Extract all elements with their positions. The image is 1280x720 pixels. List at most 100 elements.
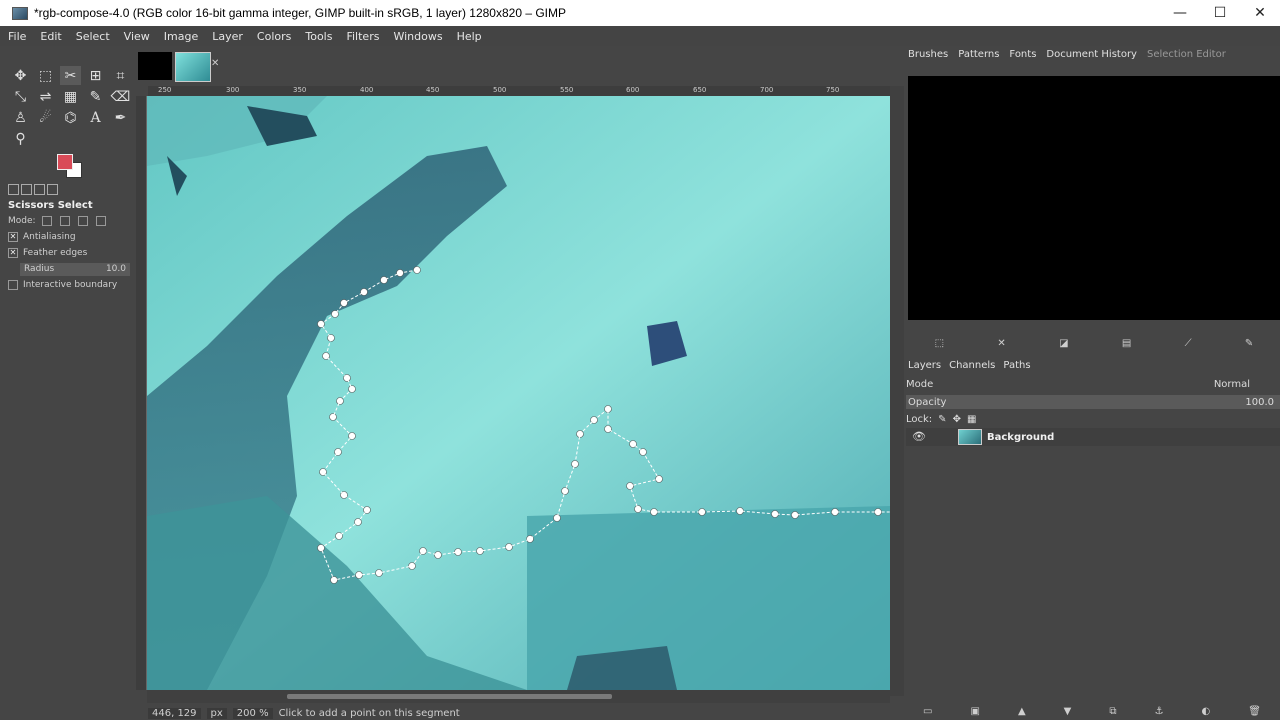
image-canvas[interactable] bbox=[147, 96, 890, 690]
stroke-selection-icon[interactable]: ✎ bbox=[1245, 338, 1253, 352]
unit-select[interactable]: px bbox=[206, 707, 227, 719]
tab-paths[interactable]: Paths bbox=[1003, 360, 1030, 371]
image-tab-thumbnail-black[interactable] bbox=[138, 52, 172, 80]
menu-file[interactable]: File bbox=[2, 30, 32, 43]
zoom-tool-icon[interactable]: ⚲ bbox=[10, 129, 31, 148]
foreground-color-swatch[interactable] bbox=[57, 154, 73, 170]
menu-tools[interactable]: Tools bbox=[299, 30, 338, 43]
invert-selection-icon[interactable]: ◪ bbox=[1059, 338, 1068, 352]
mode-intersect-icon[interactable] bbox=[95, 216, 106, 226]
image-tab-thumbnail-active[interactable] bbox=[175, 52, 211, 82]
interactive-boundary-checkbox[interactable] bbox=[8, 280, 18, 290]
mask-icon[interactable]: ◐ bbox=[1202, 706, 1211, 720]
minimize-button[interactable]: — bbox=[1160, 0, 1200, 26]
menu-layer[interactable]: Layer bbox=[206, 30, 249, 43]
mode-subtract-icon[interactable] bbox=[77, 216, 88, 226]
lock-alpha-icon[interactable]: ▦ bbox=[967, 414, 976, 425]
interactive-boundary-row[interactable]: Interactive boundary bbox=[6, 277, 132, 293]
feather-checkbox[interactable]: ✕ bbox=[8, 248, 18, 258]
tab-document-history[interactable]: Document History bbox=[1046, 49, 1137, 60]
rect-select-tool-icon[interactable]: ⬚ bbox=[35, 66, 56, 85]
select-none-icon[interactable]: ✕ bbox=[997, 338, 1005, 352]
close-button[interactable]: ✕ bbox=[1240, 0, 1280, 26]
tool-options-tab-icon[interactable] bbox=[8, 184, 19, 195]
tab-brushes[interactable]: Brushes bbox=[908, 49, 948, 60]
mode-replace-icon[interactable] bbox=[41, 216, 52, 226]
device-status-tab-icon[interactable] bbox=[21, 184, 32, 195]
tab-patterns[interactable]: Patterns bbox=[958, 49, 999, 60]
transform-tool-icon[interactable]: ⤡ bbox=[10, 87, 31, 106]
menu-edit[interactable]: Edit bbox=[34, 30, 67, 43]
layer-thumbnail bbox=[958, 429, 982, 445]
crop-tool-icon[interactable]: ⌗ bbox=[110, 66, 131, 85]
canvas-image[interactable] bbox=[147, 96, 890, 690]
layer-name[interactable]: Background bbox=[987, 432, 1054, 443]
tab-selection-editor[interactable]: Selection Editor bbox=[1147, 49, 1226, 60]
feather-row[interactable]: ✕ Feather edges bbox=[6, 245, 132, 261]
radius-slider[interactable]: Radius 10.0 bbox=[20, 262, 130, 276]
layers-dock-tabs: Layers Channels Paths bbox=[904, 358, 1280, 372]
ruler-mark: 700 bbox=[760, 86, 774, 94]
move-tool-icon[interactable]: ✥ bbox=[10, 66, 31, 85]
radius-row[interactable]: Radius 10.0 bbox=[6, 261, 132, 277]
eraser-tool-icon[interactable]: ⌫ bbox=[110, 87, 131, 106]
paths-tool-icon[interactable]: ⌬ bbox=[60, 108, 81, 127]
to-path-icon[interactable]: ⟋ bbox=[1185, 338, 1192, 352]
menu-image[interactable]: Image bbox=[158, 30, 204, 43]
lower-layer-icon[interactable]: ▼ bbox=[1064, 706, 1072, 720]
duplicate-layer-icon[interactable]: ⧉ bbox=[1109, 706, 1116, 720]
smudge-tool-icon[interactable]: ☄ bbox=[35, 108, 56, 127]
tool-options-title: Scissors Select bbox=[8, 200, 93, 211]
menu-select[interactable]: Select bbox=[70, 30, 116, 43]
menu-view[interactable]: View bbox=[118, 30, 156, 43]
delete-layer-icon[interactable]: 🗑 bbox=[1248, 706, 1261, 720]
anchor-layer-icon[interactable]: ⚓ bbox=[1155, 706, 1164, 720]
menu-windows[interactable]: Windows bbox=[387, 30, 448, 43]
undo-history-tab-icon[interactable] bbox=[34, 184, 45, 195]
text-tool-icon[interactable]: A bbox=[85, 108, 106, 127]
mode-add-icon[interactable] bbox=[59, 216, 70, 226]
select-all-icon[interactable]: ⬚ bbox=[935, 338, 944, 352]
tab-fonts[interactable]: Fonts bbox=[1009, 49, 1036, 60]
images-tab-icon[interactable] bbox=[47, 184, 58, 195]
raise-layer-icon[interactable]: ▲ bbox=[1018, 706, 1026, 720]
toolbox: ✥ ⬚ ✂ ⊞ ⌗ ⤡ ⇌ ▦ ✎ ⌫ ♙ ☄ ⌬ A ✒ ⚲ Scissors… bbox=[6, 46, 132, 706]
tab-channels[interactable]: Channels bbox=[949, 360, 995, 371]
ruler-mark: 450 bbox=[426, 86, 440, 94]
clone-tool-icon[interactable]: ♙ bbox=[10, 108, 31, 127]
antialiasing-row[interactable]: ✕ Antialiasing bbox=[6, 229, 132, 245]
new-layer-icon[interactable]: ▭ bbox=[923, 706, 932, 720]
menu-colors[interactable]: Colors bbox=[251, 30, 297, 43]
zoom-select[interactable]: 200 % bbox=[232, 707, 273, 719]
status-bar: 446, 129 px 200 % Click to add a point o… bbox=[136, 706, 906, 720]
tab-layers[interactable]: Layers bbox=[908, 360, 941, 371]
mode-select[interactable]: Normal bbox=[1214, 379, 1250, 390]
menu-filters[interactable]: Filters bbox=[340, 30, 385, 43]
visibility-eye-icon[interactable]: 👁 bbox=[912, 430, 926, 443]
menu-help[interactable]: Help bbox=[451, 30, 488, 43]
opacity-label: Opacity bbox=[908, 396, 947, 408]
horizontal-scroll-thumb[interactable] bbox=[287, 694, 612, 699]
scissors-select-tool-icon[interactable]: ✂ bbox=[60, 66, 81, 85]
paintbrush-tool-icon[interactable]: ✎ bbox=[85, 87, 106, 106]
maximize-button[interactable]: ☐ bbox=[1200, 0, 1240, 26]
status-message: Click to add a point on this segment bbox=[278, 707, 460, 719]
antialiasing-checkbox[interactable]: ✕ bbox=[8, 232, 18, 242]
lock-label: Lock: bbox=[906, 413, 933, 425]
new-group-icon[interactable]: ▣ bbox=[970, 706, 979, 720]
lock-pixels-icon[interactable]: ✎ bbox=[938, 414, 946, 425]
ruler-mark: 400 bbox=[360, 86, 374, 94]
vertical-scrollbar[interactable] bbox=[890, 86, 904, 696]
close-tab-icon[interactable]: ✕ bbox=[211, 58, 219, 69]
lock-position-icon[interactable]: ✥ bbox=[953, 414, 961, 425]
color-picker-tool-icon[interactable]: ✒ bbox=[110, 108, 131, 127]
warp-tool-icon[interactable]: ⇌ bbox=[35, 87, 56, 106]
fuzzy-select-tool-icon[interactable]: ⊞ bbox=[85, 66, 106, 85]
mode-row: Mode: bbox=[6, 213, 132, 229]
save-to-channel-icon[interactable]: ▤ bbox=[1122, 338, 1131, 352]
opacity-slider[interactable]: Opacity 100.0 bbox=[906, 395, 1280, 409]
fg-bg-colors[interactable] bbox=[54, 152, 88, 182]
horizontal-scrollbar[interactable] bbox=[147, 690, 890, 703]
layer-row[interactable]: 👁 Background bbox=[906, 428, 1280, 446]
gradient-tool-icon[interactable]: ▦ bbox=[60, 87, 81, 106]
